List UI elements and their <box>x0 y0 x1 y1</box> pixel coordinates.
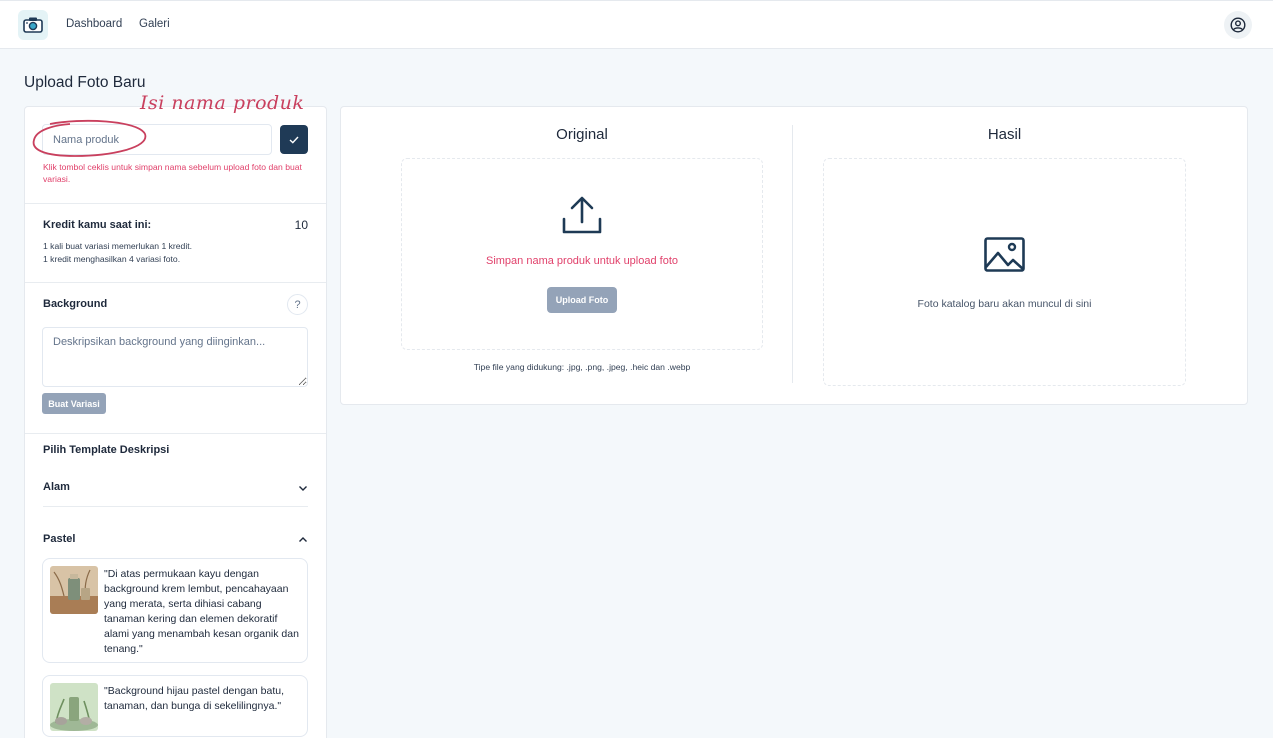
accordion-pastel-label: Pastel <box>43 533 76 545</box>
annotation-circle <box>32 119 147 157</box>
nav-galeri-link[interactable]: Galeri <box>139 18 170 30</box>
credit-value: 10 <box>294 218 308 232</box>
divider <box>25 203 326 204</box>
column-divider <box>792 125 793 383</box>
template-card[interactable]: "Di atas permukaan kayu dengan backgroun… <box>42 558 308 663</box>
credit-label: Kredit kamu saat ini: <box>43 219 152 231</box>
credit-note-line: 1 kali buat variasi memerlukan 1 kredit. <box>43 241 193 251</box>
save-name-button[interactable] <box>280 125 308 154</box>
buat-variasi-button[interactable]: Buat Variasi <box>42 393 106 414</box>
image-icon <box>984 237 1025 272</box>
accordion-alam-label: Alam <box>43 481 70 493</box>
result-message: Foto katalog baru akan muncul di sini <box>917 298 1092 310</box>
credit-note: 1 kali buat variasi memerlukan 1 kredit.… <box>43 240 192 265</box>
background-help-button[interactable]: ? <box>287 294 308 315</box>
upload-foto-button[interactable]: Upload Foto <box>547 287 617 313</box>
accordion-pastel[interactable]: Pastel <box>43 533 308 551</box>
accordion-alam[interactable]: Alam <box>43 481 308 499</box>
nav-dashboard-link[interactable]: Dashboard <box>66 18 122 30</box>
user-menu-button[interactable] <box>1224 11 1252 39</box>
result-area <box>823 158 1186 386</box>
template-card[interactable]: "Background hijau pastel dengan batu, ta… <box>42 675 308 737</box>
chevron-up-icon <box>299 537 307 542</box>
original-title: Original <box>556 126 608 143</box>
template-thumbnail <box>50 683 98 731</box>
save-name-hint: Klik tombol ceklis untuk simpan nama seb… <box>43 162 302 184</box>
check-icon <box>289 136 299 144</box>
divider <box>25 433 326 434</box>
supported-file-types: Tipe file yang didukung: .jpg, .png, .jp… <box>473 362 691 372</box>
upload-icon <box>562 196 602 234</box>
page-title: Upload Foto Baru <box>24 74 146 91</box>
navbar: Dashboard Galeri <box>0 0 1273 49</box>
upload-message: Simpan nama produk untuk upload foto <box>485 255 679 267</box>
template-section-label: Pilih Template Deskripsi <box>43 444 170 456</box>
background-description-input[interactable] <box>42 327 308 387</box>
chevron-down-icon <box>299 486 307 491</box>
template-description: "Background hijau pastel dengan batu, ta… <box>104 685 285 712</box>
hasil-title: Hasil <box>987 126 1022 143</box>
credit-note-line: 1 kredit menghasilkan 4 variasi foto. <box>43 253 181 264</box>
accordion-divider <box>43 506 308 507</box>
camera-icon[interactable] <box>18 10 48 40</box>
upload-dropzone[interactable] <box>401 158 763 350</box>
template-description: "Di atas permukaan kayu dengan backgroun… <box>104 568 299 655</box>
annotation-label: Isi nama produk <box>140 92 305 114</box>
divider <box>25 282 326 283</box>
template-thumbnail <box>50 566 98 614</box>
user-circle-icon <box>1230 17 1246 33</box>
background-label: Background <box>43 298 108 310</box>
